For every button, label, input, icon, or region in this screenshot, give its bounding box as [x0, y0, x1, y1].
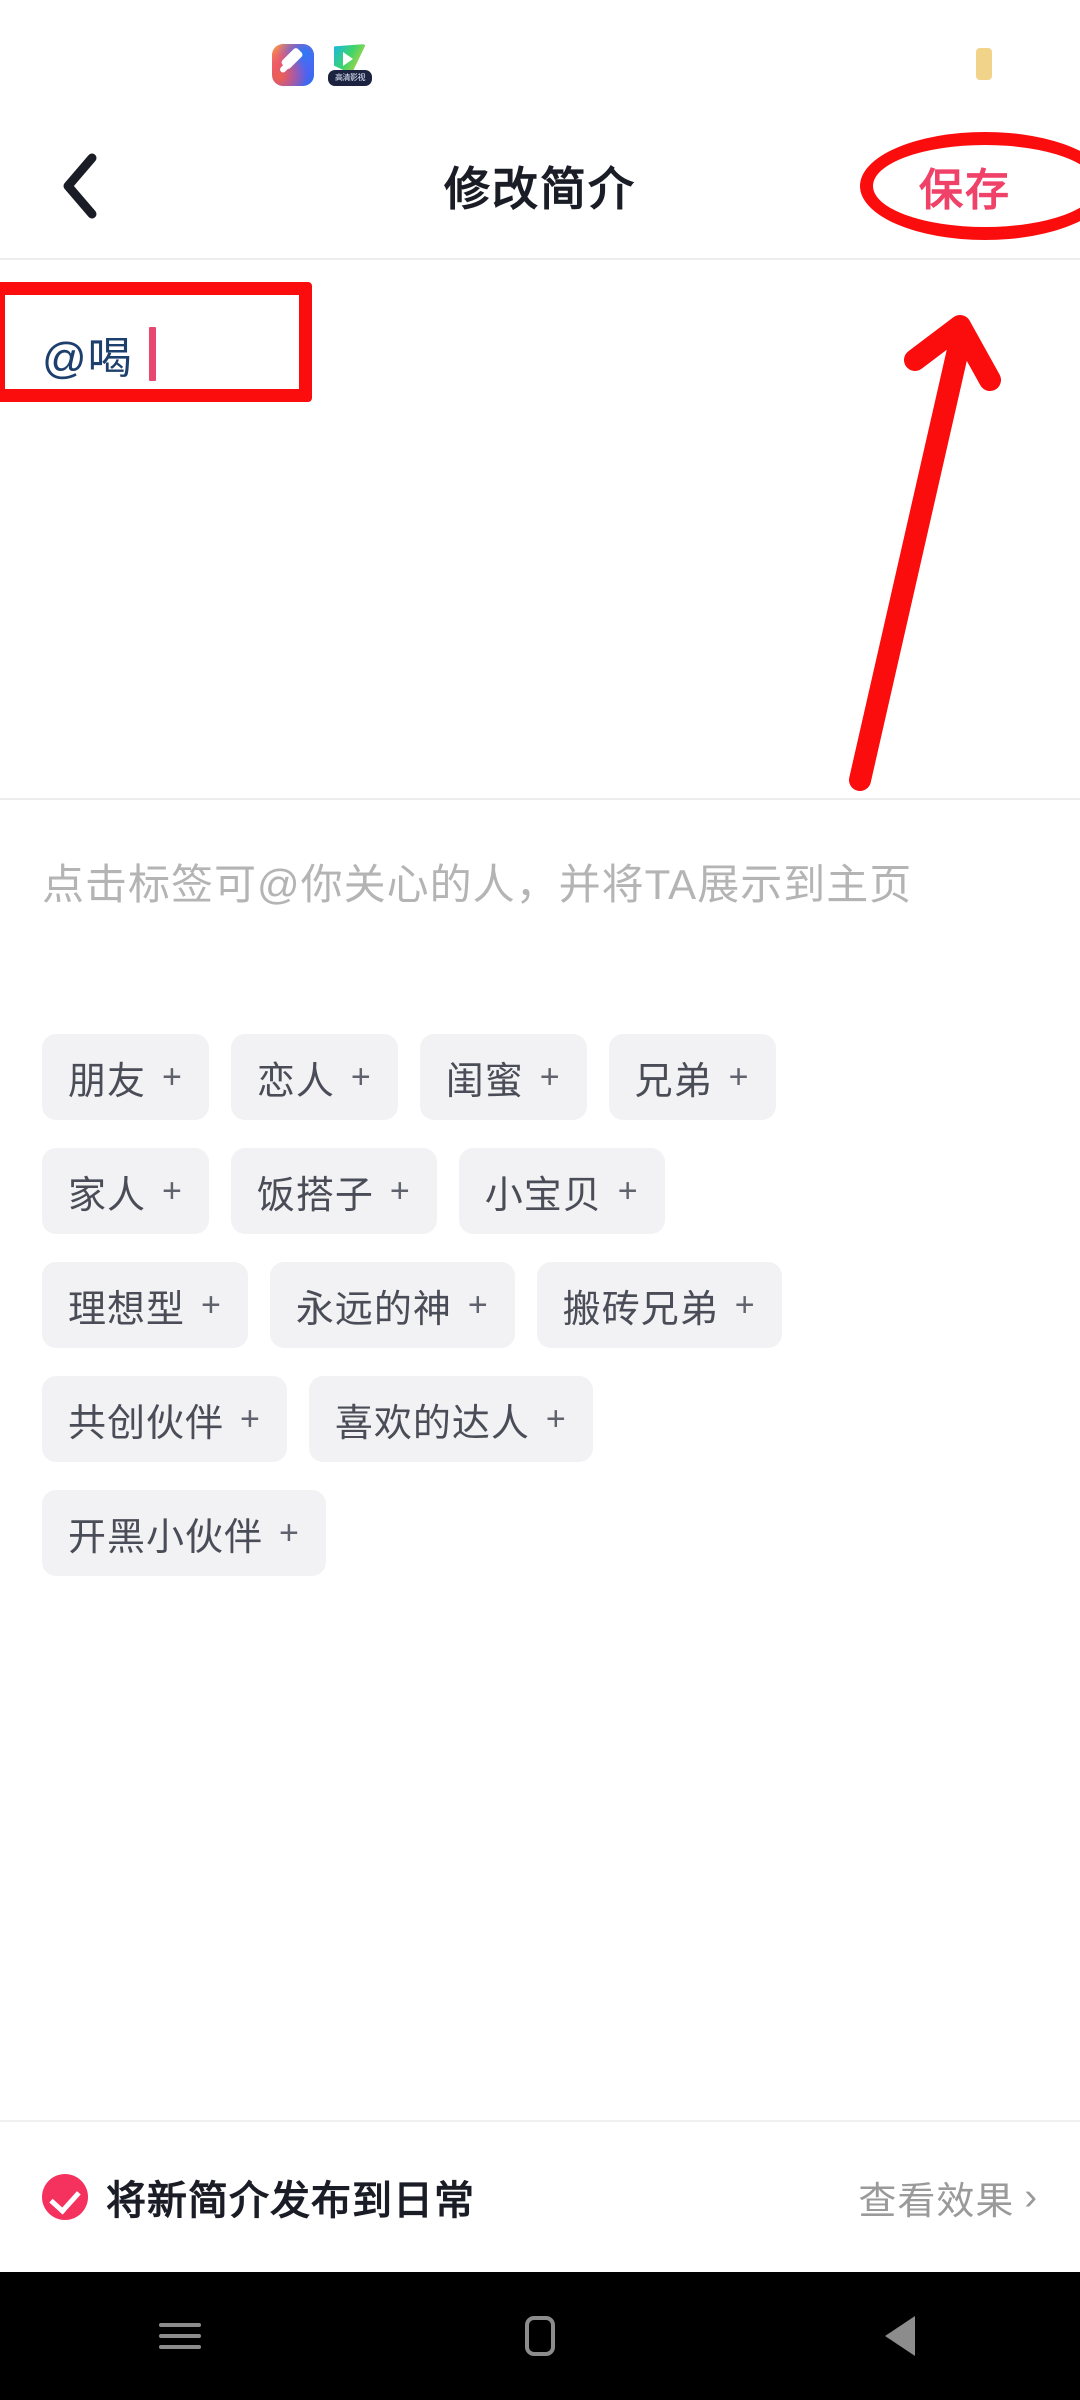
tag-chip[interactable]: 共创伙伴 +	[42, 1376, 287, 1462]
plus-icon: +	[162, 1057, 183, 1096]
plus-icon: +	[617, 1171, 639, 1210]
tag-row: 理想型 + 永远的神 + 搬砖兄弟 +	[42, 1262, 1052, 1348]
tag-label: 永远的神	[295, 1288, 452, 1331]
bio-input-text[interactable]: @喝	[42, 322, 156, 386]
bottom-bar: 将新简介发布到日常 查看效果 ›	[0, 2122, 1080, 2272]
tag-chip[interactable]: 饭搭子 +	[230, 1148, 437, 1234]
tag-label: 小宝贝	[484, 1174, 602, 1217]
tag-chip[interactable]: 理想型 +	[42, 1262, 248, 1348]
save-button[interactable]: 保存	[890, 152, 1040, 220]
tag-label: 朋友	[68, 1060, 147, 1103]
tag-list: 朋友 + 恋人 + 闺蜜 + 兄弟 + 家人 + 饭搭子 + 小宝贝 + 理想型…	[42, 1034, 1052, 1604]
tag-row: 家人 + 饭搭子 + 小宝贝 +	[42, 1148, 1052, 1234]
publish-label: 将新简介发布到日常	[106, 2179, 475, 2223]
tag-chip[interactable]: 闺蜜 +	[419, 1034, 587, 1120]
plus-icon: +	[240, 1399, 261, 1438]
plus-icon: +	[734, 1285, 756, 1324]
tag-label: 饭搭子	[256, 1174, 374, 1217]
tag-chip[interactable]: 小宝贝 +	[458, 1148, 665, 1234]
status-bar: 高清影视	[0, 0, 1080, 112]
tag-label: 开黑小伙伴	[68, 1516, 264, 1559]
nav-recents-button[interactable]	[110, 2272, 250, 2400]
video-badge-label: 高清影视	[328, 70, 372, 86]
plus-icon: +	[539, 1057, 561, 1096]
check-circle-icon[interactable]	[42, 2174, 88, 2220]
tag-chip[interactable]: 搬砖兄弟 +	[536, 1262, 782, 1348]
tag-label: 搬砖兄弟	[562, 1288, 719, 1331]
plus-icon: +	[728, 1057, 750, 1096]
tag-label: 共创伙伴	[68, 1402, 225, 1445]
preview-effect-link[interactable]: 查看效果 ›	[858, 2170, 1038, 2225]
tag-row: 朋友 + 恋人 + 闺蜜 + 兄弟 +	[42, 1034, 1052, 1120]
tag-chip[interactable]: 恋人 +	[230, 1034, 398, 1120]
tag-label: 兄弟	[634, 1060, 713, 1103]
nav-home-button[interactable]	[470, 2272, 610, 2400]
tag-label: 闺蜜	[445, 1060, 524, 1103]
plus-icon: +	[279, 1513, 300, 1552]
plus-icon: +	[389, 1171, 411, 1210]
plus-icon: +	[162, 1171, 183, 1210]
video-play-icon: 高清影视	[328, 44, 372, 88]
tag-chip[interactable]: 家人 +	[42, 1148, 209, 1234]
preview-label: 查看效果	[858, 2180, 1015, 2223]
editor-divider	[0, 798, 1080, 800]
battery-icon	[976, 48, 992, 80]
back-triangle-icon	[885, 2316, 915, 2356]
tag-chip[interactable]: 永远的神 +	[269, 1262, 515, 1348]
text-caret	[148, 327, 156, 381]
plus-icon: +	[467, 1285, 489, 1324]
phone-screen: 高清影视 修改简介 保存 @喝 点击标签可@你关心的人，并将TA展示到主页 朋友…	[0, 0, 1080, 2400]
plus-icon: +	[201, 1285, 222, 1324]
home-icon	[525, 2316, 555, 2356]
nav-back-button[interactable]	[830, 2272, 970, 2400]
recents-icon	[159, 2316, 201, 2356]
title-bar: 修改简介 保存	[0, 112, 1080, 260]
bio-editor[interactable]: @喝	[0, 260, 1080, 800]
chevron-right-icon: ›	[1024, 2175, 1038, 2218]
tag-label: 家人	[68, 1174, 147, 1217]
tag-chip[interactable]: 开黑小伙伴 +	[42, 1490, 326, 1576]
plus-icon: +	[545, 1399, 567, 1438]
tag-hint-text: 点击标签可@你关心的人，并将TA展示到主页	[42, 861, 913, 908]
tag-chip[interactable]: 兄弟 +	[608, 1034, 776, 1120]
android-nav-bar	[0, 2272, 1080, 2400]
plus-icon: +	[350, 1057, 372, 1096]
tag-label: 理想型	[68, 1288, 186, 1331]
tag-chip[interactable]: 朋友 +	[42, 1034, 209, 1120]
app-icon-colorful	[272, 44, 314, 86]
status-notification-icons: 高清影视	[272, 44, 372, 88]
tag-row: 开黑小伙伴 +	[42, 1490, 1052, 1576]
tag-row: 共创伙伴 + 喜欢的达人 +	[42, 1376, 1052, 1462]
tag-label: 恋人	[256, 1060, 335, 1103]
tag-label: 喜欢的达人	[334, 1402, 530, 1445]
tag-chip[interactable]: 喜欢的达人 +	[308, 1376, 593, 1462]
publish-to-daily-toggle[interactable]: 将新简介发布到日常	[42, 2168, 475, 2226]
bio-input-value: @喝	[42, 334, 133, 383]
